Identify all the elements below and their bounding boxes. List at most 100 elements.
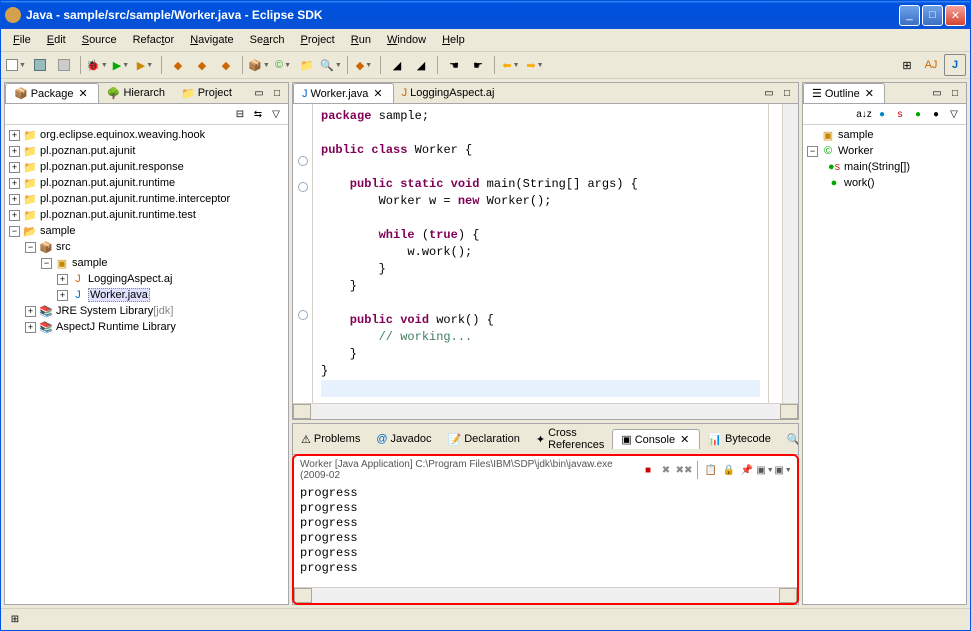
debug-button[interactable]: 🐞▼ bbox=[86, 54, 108, 76]
open-type-button[interactable]: 📁 bbox=[296, 54, 318, 76]
view-menu-icon[interactable]: ▽ bbox=[268, 106, 284, 122]
minimize-icon[interactable]: ▭ bbox=[251, 85, 267, 101]
menu-help[interactable]: Help bbox=[436, 32, 471, 48]
sort-icon[interactable]: a↓z bbox=[856, 106, 872, 122]
outline-package[interactable]: ▣sample bbox=[805, 127, 964, 143]
search-button[interactable]: 🔍▼ bbox=[320, 54, 342, 76]
hide-nonpublic-icon[interactable]: ● bbox=[910, 106, 926, 122]
save-all-button[interactable] bbox=[53, 54, 75, 76]
close-icon[interactable]: ✕ bbox=[863, 87, 876, 100]
scrollbar-horizontal[interactable] bbox=[293, 403, 798, 419]
aj-apply-button[interactable]: ◆▼ bbox=[353, 54, 375, 76]
collapse-all-icon[interactable]: ⊟ bbox=[232, 106, 248, 122]
menu-edit[interactable]: Edit bbox=[41, 32, 72, 48]
menu-search[interactable]: Search bbox=[244, 32, 291, 48]
menu-source[interactable]: Source bbox=[76, 32, 123, 48]
outline-tree[interactable]: ▣sample −©Worker ●Smain(String[]) ●work(… bbox=[803, 125, 966, 604]
tab-outline[interactable]: ☰ Outline ✕ bbox=[803, 83, 885, 103]
open-console-button[interactable]: ▣▼ bbox=[775, 462, 791, 478]
display-button[interactable]: ▣▼ bbox=[757, 462, 773, 478]
menu-refactor[interactable]: Refactor bbox=[127, 32, 181, 48]
run-ext-button[interactable]: ▶▼ bbox=[134, 54, 156, 76]
back-button[interactable]: ⬅▼ bbox=[500, 54, 522, 76]
perspective-aspectj[interactable]: AJ bbox=[920, 54, 942, 76]
editor-gutter[interactable] bbox=[293, 104, 313, 403]
fold-icon[interactable] bbox=[298, 182, 308, 192]
console-output[interactable]: progress progress progress progress prog… bbox=[294, 484, 797, 587]
outline-method[interactable]: ●Smain(String[]) bbox=[805, 159, 964, 175]
run-button[interactable]: ▶▼ bbox=[110, 54, 132, 76]
new-package-button[interactable]: 📦▼ bbox=[248, 54, 270, 76]
minimize-icon[interactable]: ▭ bbox=[929, 85, 945, 101]
maximize-button[interactable]: □ bbox=[922, 5, 943, 26]
overview-ruler[interactable] bbox=[768, 104, 782, 403]
tree-project[interactable]: +📁pl.poznan.put.ajunit bbox=[7, 143, 286, 159]
maximize-icon[interactable]: □ bbox=[947, 85, 963, 101]
tab-project-explorer[interactable]: 📁 Project bbox=[173, 84, 240, 103]
hide-local-icon[interactable]: ● bbox=[928, 106, 944, 122]
clear-console-button[interactable]: 📋 bbox=[703, 462, 719, 478]
tree-project[interactable]: +📁pl.poznan.put.ajunit.runtime bbox=[7, 175, 286, 191]
close-icon[interactable]: ✕ bbox=[77, 87, 90, 100]
new-button[interactable]: ▼ bbox=[5, 54, 27, 76]
menu-run[interactable]: Run bbox=[345, 32, 377, 48]
minimize-icon[interactable]: ▭ bbox=[761, 85, 777, 101]
tree-aspectj[interactable]: +📚AspectJ Runtime Library bbox=[7, 319, 286, 335]
tab-search[interactable]: 🔍 Search bbox=[779, 430, 798, 449]
tab-console[interactable]: ▣ Console ✕ bbox=[612, 429, 700, 449]
maximize-icon[interactable]: □ bbox=[269, 85, 285, 101]
outline-class[interactable]: −©Worker bbox=[805, 143, 964, 159]
code-editor[interactable]: package sample; public class Worker { pu… bbox=[313, 104, 768, 403]
titlebar[interactable]: Java - sample/src/sample/Worker.java - E… bbox=[1, 1, 970, 29]
save-button[interactable] bbox=[29, 54, 51, 76]
aj-tool2[interactable]: ◆ bbox=[191, 54, 213, 76]
fold-icon[interactable] bbox=[298, 310, 308, 320]
tree-project-sample[interactable]: −📂sample bbox=[7, 223, 286, 239]
perspective-java[interactable]: J bbox=[944, 54, 966, 76]
remove-all-button[interactable]: ✖✖ bbox=[676, 462, 692, 478]
tab-cross-ref[interactable]: ✦ Cross References bbox=[528, 424, 612, 454]
hide-fields-icon[interactable]: ● bbox=[874, 106, 890, 122]
tree-src[interactable]: −📦src bbox=[7, 239, 286, 255]
close-icon[interactable]: ✕ bbox=[678, 433, 691, 446]
link-editor-icon[interactable]: ⇆ bbox=[250, 106, 266, 122]
tab-problems[interactable]: ⚠ Problems bbox=[293, 430, 368, 449]
fold-icon[interactable] bbox=[298, 156, 308, 166]
tab-bytecode[interactable]: 📊 Bytecode bbox=[700, 430, 779, 449]
tree-project[interactable]: +📁pl.poznan.put.ajunit.response bbox=[7, 159, 286, 175]
menu-project[interactable]: Project bbox=[295, 32, 341, 48]
tab-javadoc[interactable]: @ Javadoc bbox=[368, 430, 439, 448]
close-icon[interactable]: ✕ bbox=[371, 87, 384, 100]
console-scrollbar[interactable] bbox=[294, 587, 797, 603]
aj-tool3[interactable]: ◆ bbox=[215, 54, 237, 76]
tab-package-explorer[interactable]: 📦 Package ✕ bbox=[5, 83, 99, 103]
maximize-icon[interactable]: □ bbox=[779, 85, 795, 101]
menu-navigate[interactable]: Navigate bbox=[184, 32, 239, 48]
view-menu-icon[interactable]: ▽ bbox=[946, 106, 962, 122]
nav-tool4[interactable]: ☛ bbox=[467, 54, 489, 76]
editor-tab-worker[interactable]: J Worker.java ✕ bbox=[293, 83, 394, 103]
scroll-lock-button[interactable]: 🔒 bbox=[721, 462, 737, 478]
outline-method[interactable]: ●work() bbox=[805, 175, 964, 191]
scrollbar-vertical[interactable] bbox=[782, 104, 798, 403]
close-button[interactable]: ✕ bbox=[945, 5, 966, 26]
nav-tool2[interactable]: ◢ bbox=[410, 54, 432, 76]
tab-declaration[interactable]: 📝 Declaration bbox=[440, 430, 528, 449]
remove-button[interactable]: ✖ bbox=[658, 462, 674, 478]
tree-package[interactable]: −▣sample bbox=[7, 255, 286, 271]
tree-file-aj[interactable]: +JLoggingAspect.aj bbox=[7, 271, 286, 287]
editor-tab-logging[interactable]: J LoggingAspect.aj bbox=[394, 84, 503, 102]
forward-button[interactable]: ➡▼ bbox=[524, 54, 546, 76]
tree-file-java[interactable]: +JWorker.java bbox=[7, 287, 286, 303]
nav-tool3[interactable]: ☚ bbox=[443, 54, 465, 76]
package-tree[interactable]: +📁org.eclipse.equinox.weaving.hook +📁pl.… bbox=[5, 125, 288, 604]
minimize-button[interactable]: _ bbox=[899, 5, 920, 26]
menu-file[interactable]: File bbox=[7, 32, 37, 48]
nav-tool1[interactable]: ◢ bbox=[386, 54, 408, 76]
tree-project[interactable]: +📁pl.poznan.put.ajunit.runtime.intercept… bbox=[7, 191, 286, 207]
tab-hierarchy[interactable]: 🌳 Hierarch bbox=[99, 84, 173, 103]
terminate-button[interactable]: ■ bbox=[640, 462, 656, 478]
aj-tool1[interactable]: ◆ bbox=[167, 54, 189, 76]
menu-window[interactable]: Window bbox=[381, 32, 432, 48]
tree-project[interactable]: +📁pl.poznan.put.ajunit.runtime.test bbox=[7, 207, 286, 223]
